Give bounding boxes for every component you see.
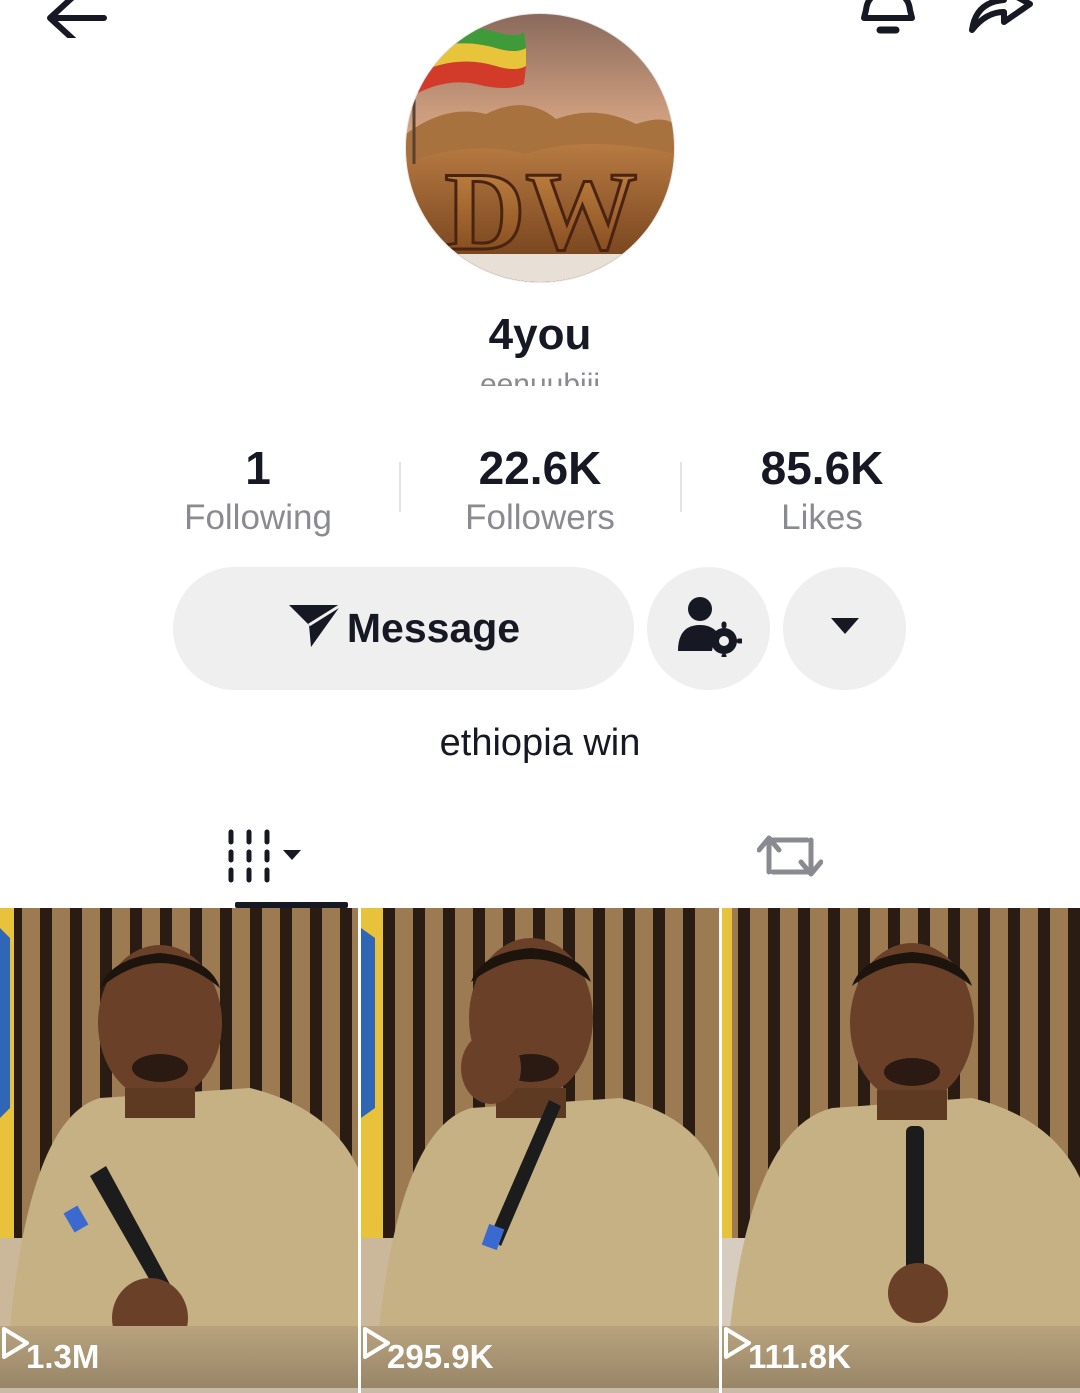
followers-label: Followers bbox=[465, 498, 615, 537]
view-count-bar: 111.8K bbox=[722, 1326, 1080, 1388]
next-row-peek bbox=[0, 1388, 358, 1393]
followers-count: 22.6K bbox=[478, 442, 602, 494]
following-label: Following bbox=[184, 498, 332, 537]
view-count-bar: 295.9K bbox=[361, 1326, 719, 1388]
likes-label: Likes bbox=[781, 498, 863, 537]
view-count: 1.3M bbox=[26, 1338, 100, 1375]
suggested-accounts-button[interactable] bbox=[647, 567, 770, 690]
repost-icon bbox=[756, 828, 824, 889]
next-row-peek bbox=[361, 1388, 719, 1393]
bell-icon[interactable] bbox=[852, 0, 924, 40]
profile-handle: eenuubiii bbox=[0, 364, 1080, 387]
view-count-bar: 1.3M bbox=[0, 1326, 358, 1388]
profile-name: 4you bbox=[488, 310, 592, 359]
video-tile[interactable]: 295.9K bbox=[361, 908, 719, 1388]
video-thumbnail bbox=[361, 908, 719, 1388]
handle-text: eenuubiii bbox=[479, 368, 601, 387]
video-tile[interactable]: 111.8K bbox=[722, 908, 1080, 1388]
stat-following[interactable]: 1 Following bbox=[117, 440, 399, 538]
profile-bio: ethiopia win bbox=[439, 722, 641, 764]
view-count: 111.8K bbox=[748, 1338, 851, 1375]
message-button[interactable]: Message bbox=[173, 567, 634, 690]
share-icon[interactable] bbox=[960, 0, 1042, 40]
message-label: Message bbox=[346, 605, 521, 651]
next-row-peek bbox=[722, 1388, 1080, 1393]
stats-row: 1 Following 22.6K Followers 85.6K Likes bbox=[117, 440, 963, 540]
tab-videos[interactable] bbox=[0, 810, 540, 906]
video-thumbnail bbox=[722, 908, 1080, 1388]
paper-plane-icon bbox=[287, 601, 343, 656]
back-icon[interactable] bbox=[40, 0, 110, 43]
grid-sort-icon bbox=[225, 828, 315, 889]
more-options-button[interactable] bbox=[783, 567, 906, 690]
video-thumbnail bbox=[0, 908, 358, 1388]
view-count: 295.9K bbox=[387, 1338, 494, 1375]
stat-likes[interactable]: 85.6K Likes bbox=[681, 440, 963, 538]
video-grid: 1.3M 295.9K 111.8K bbox=[0, 908, 1080, 1393]
following-count: 1 bbox=[245, 442, 271, 494]
avatar[interactable]: DW bbox=[405, 13, 675, 283]
likes-count: 85.6K bbox=[760, 442, 884, 494]
stat-followers[interactable]: 22.6K Followers bbox=[399, 440, 681, 538]
person-gear-icon bbox=[676, 595, 743, 662]
tab-reposts[interactable] bbox=[520, 810, 1060, 906]
content-tabs bbox=[0, 810, 1080, 906]
video-tile[interactable]: 1.3M bbox=[0, 908, 358, 1388]
caret-down-icon bbox=[829, 616, 861, 641]
